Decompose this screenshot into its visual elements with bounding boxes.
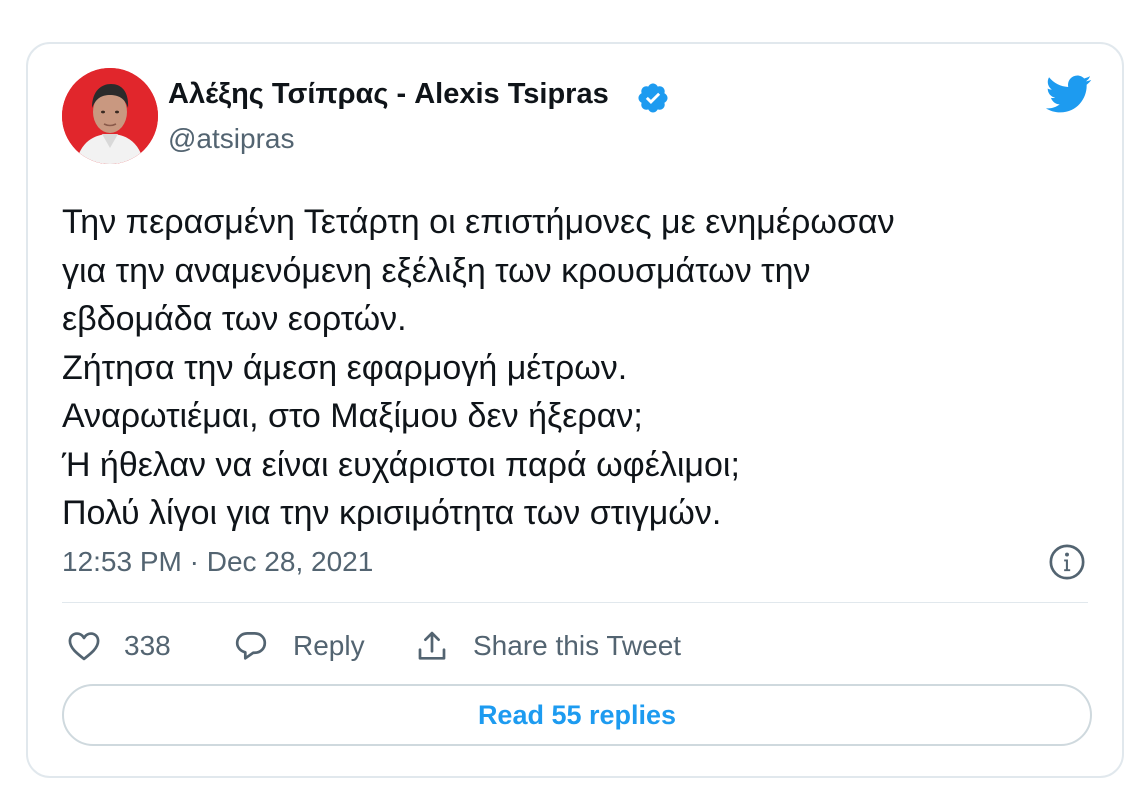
verified-badge-icon [638, 83, 668, 113]
avatar[interactable] [62, 68, 158, 164]
tweet-timestamp[interactable]: 12:53 PM · Dec 28, 2021 [62, 546, 373, 578]
heart-icon [68, 632, 100, 661]
share-tweet-button[interactable]: Share this Tweet [414, 624, 681, 668]
like-button[interactable]: 338 [66, 624, 171, 668]
author-name[interactable]: Αλέξης Τσίπρας - Alexis Tsipras [168, 78, 609, 111]
info-icon[interactable] [1048, 543, 1086, 581]
author-handle[interactable]: @atsipras [168, 123, 294, 155]
reply-label: Reply [293, 630, 365, 661]
reply-button[interactable]: Reply [233, 624, 365, 668]
tweet-text-line: Πολύ λίγοι για την κρισιμότητα των στιγμ… [62, 494, 722, 532]
avatar-portrait [62, 68, 158, 164]
tweet-text-line: Ζήτησα την άμεση εφαρμογή μέτρων. [62, 348, 628, 387]
share-label: Share this Tweet [473, 630, 682, 661]
share-upload-icon [418, 631, 446, 660]
tweet-text: Την περασμένη Τετάρτη οι επιστήμονες με … [62, 198, 1092, 538]
read-replies-label: Read 55 replies [477, 699, 677, 730]
tweet-text-line: Αναρωτιέμαι, στο Μαξίμου δεν ήξεραν; [62, 397, 643, 435]
speech-bubble-icon [235, 632, 267, 660]
divider [62, 602, 1088, 603]
tweet-card: Αλέξης Τσίπρας - Alexis Tsipras @atsipra… [26, 42, 1124, 778]
twitter-bird-icon[interactable] [1044, 70, 1092, 118]
tweet-text-line: εβδομάδα των εορτών. [62, 300, 407, 338]
read-replies-button[interactable]: Read 55 replies [62, 684, 1092, 746]
tweet-text-line: Την περασμένη Τετάρτη οι επιστήμονες με … [62, 203, 895, 241]
tweet-text-line: Ή ήθελαν να είναι ευχάριστοι παρά ωφέλιμ… [62, 445, 740, 484]
like-count: 338 [124, 630, 171, 661]
tweet-text-line: για την αναμενόμενη εξέλιξη των κρουσμάτ… [62, 251, 811, 290]
